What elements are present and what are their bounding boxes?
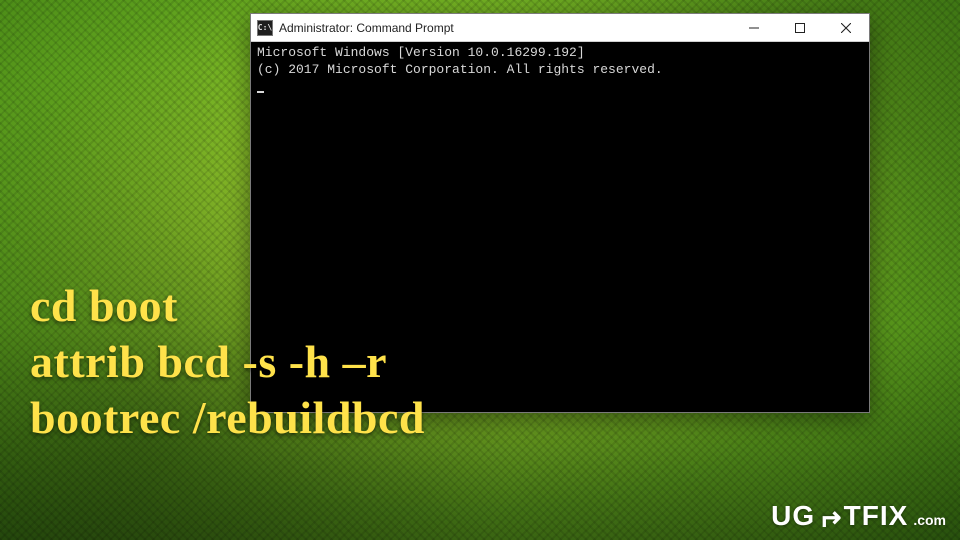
window-title: Administrator: Command Prompt xyxy=(279,21,454,35)
terminal-line-copyright: (c) 2017 Microsoft Corporation. All righ… xyxy=(257,62,663,77)
watermark-part1: UG xyxy=(771,502,815,530)
overlay-commands: cd boot attrib bcd -s -h –r bootrec /reb… xyxy=(30,278,425,446)
terminal-line-version: Microsoft Windows [Version 10.0.16299.19… xyxy=(257,45,585,60)
watermark-tld: .com xyxy=(913,513,946,530)
watermark-logo: UG↵TFIX.com xyxy=(771,502,946,530)
overlay-cmd-1: cd boot xyxy=(30,278,425,334)
watermark-part2: TFIX xyxy=(844,502,909,530)
close-button[interactable] xyxy=(823,14,869,41)
maximize-button[interactable] xyxy=(777,14,823,41)
window-controls xyxy=(731,14,869,41)
overlay-cmd-3: bootrec /rebuildbcd xyxy=(30,390,425,446)
minimize-button[interactable] xyxy=(731,14,777,41)
terminal-caret xyxy=(257,79,264,93)
overlay-cmd-2: attrib bcd -s -h –r xyxy=(30,334,425,390)
cmd-icon: C:\ xyxy=(257,20,273,36)
enter-arrow-icon: ↵ xyxy=(817,504,841,532)
titlebar[interactable]: C:\ Administrator: Command Prompt xyxy=(251,14,869,42)
